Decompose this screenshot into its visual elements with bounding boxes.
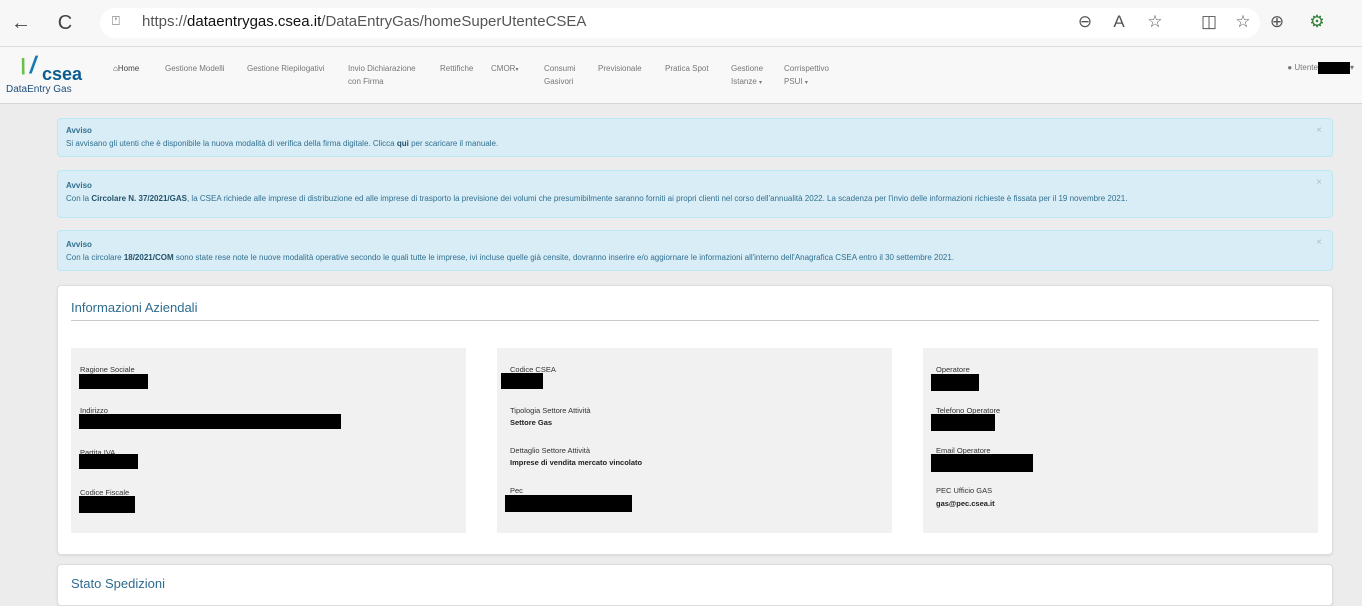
- divider: [71, 320, 1319, 321]
- caret-down-icon: ▾: [759, 80, 763, 86]
- read-aloud-icon[interactable]: A: [1108, 12, 1130, 32]
- zoom-icon[interactable]: ⊖: [1074, 12, 1096, 32]
- nav-corrispettivo-psui[interactable]: Corrispettivo PSUI ▾: [784, 62, 829, 90]
- user-icon: ●: [1287, 63, 1293, 73]
- caret-down-icon: ▾: [804, 80, 808, 86]
- back-icon[interactable]: ←: [8, 10, 34, 36]
- alert-circolare-37: Avviso Con la Circolare N. 37/2021/GAS, …: [57, 170, 1333, 218]
- nav-previsionale[interactable]: Previsionale: [598, 62, 642, 75]
- reload-icon[interactable]: C: [52, 10, 78, 36]
- redacted-partita-iva: [79, 454, 138, 469]
- manual-download-link[interactable]: qui: [397, 139, 409, 148]
- close-icon[interactable]: ×: [1316, 125, 1322, 136]
- nav-gestione-modelli[interactable]: Gestione Modelli: [165, 62, 225, 75]
- nav-rettifiche[interactable]: Rettifiche: [440, 62, 473, 75]
- favorite-icon[interactable]: ☆: [1144, 12, 1166, 32]
- redacted-telefono: [931, 414, 995, 431]
- logo-mark-icon: \: [17, 54, 29, 79]
- redacted-indirizzo: [79, 414, 341, 429]
- operator-column: Operatore Telefono Operatore Email Opera…: [923, 348, 1318, 533]
- nav-consumi-gasivori[interactable]: Consumi Gasivori: [544, 62, 576, 88]
- sector-column: Codice CSEA Tipologia Settore Attività S…: [497, 348, 892, 533]
- close-icon[interactable]: ×: [1316, 177, 1322, 188]
- caret-down-icon: ▾: [515, 67, 519, 73]
- circolare-18-link[interactable]: 18/2021/COM: [124, 253, 174, 262]
- stato-spedizioni-panel: Stato Spedizioni: [57, 564, 1333, 606]
- logo-mark-icon-2: /: [27, 52, 40, 79]
- circolare-37-link[interactable]: Circolare N. 37/2021/GAS: [91, 194, 187, 203]
- redacted-username: [1317, 62, 1350, 74]
- site-info-icon[interactable]: ⍞: [112, 13, 120, 29]
- nav-cmor[interactable]: CMOR▾: [491, 62, 518, 77]
- redacted-operatore: [931, 374, 979, 391]
- nav-gestione-istanze[interactable]: Gestione Istanze ▾: [731, 62, 763, 90]
- alert-circolare-18: Avviso Con la circolare 18/2021/COM sono…: [57, 230, 1333, 271]
- company-column: Ragione Sociale Indirizzo Partita IVA Co…: [71, 348, 466, 533]
- favorites-list-icon[interactable]: ☆: [1232, 12, 1254, 32]
- caret-down-icon: ▾: [1349, 63, 1354, 73]
- split-screen-icon[interactable]: ◫: [1198, 12, 1220, 32]
- browser-toolbar: ← C ⍞ https://dataentrygas.csea.it/DataE…: [0, 0, 1362, 47]
- alert-firma-digitale: Avviso Si avvisano gli utenti che è disp…: [57, 118, 1333, 157]
- nav-home[interactable]: ⌂Home: [113, 62, 139, 75]
- csea-logo[interactable]: \ / csea DataEntry Gas: [6, 52, 96, 98]
- extension-icon[interactable]: ⚙: [1306, 12, 1328, 32]
- panel-title: Informazioni Aziendali: [71, 300, 198, 315]
- informazioni-aziendali-panel: Informazioni Aziendali Ragione Sociale I…: [57, 285, 1333, 555]
- app-navbar: \ / csea DataEntry Gas: [0, 47, 1362, 104]
- url-text[interactable]: https://dataentrygas.csea.it/DataEntryGa…: [142, 13, 586, 30]
- collections-icon[interactable]: ⊕: [1266, 12, 1288, 32]
- redacted-email: [931, 454, 1033, 472]
- redacted-codice-fiscale: [79, 496, 135, 513]
- close-icon[interactable]: ×: [1316, 237, 1322, 248]
- redacted-ragione-sociale: [79, 374, 148, 389]
- redacted-codice-csea: [501, 373, 543, 389]
- user-menu[interactable]: ● Utente ▾: [1287, 62, 1354, 74]
- redacted-pec: [505, 495, 632, 512]
- nav-invio-dichiarazione[interactable]: Invio Dichiarazione con Firma: [348, 62, 416, 88]
- nav-pratica-spot[interactable]: Pratica Spot: [665, 62, 709, 75]
- panel-title: Stato Spedizioni: [71, 576, 165, 591]
- nav-gestione-riepilogativi[interactable]: Gestione Riepilogativi: [247, 62, 324, 75]
